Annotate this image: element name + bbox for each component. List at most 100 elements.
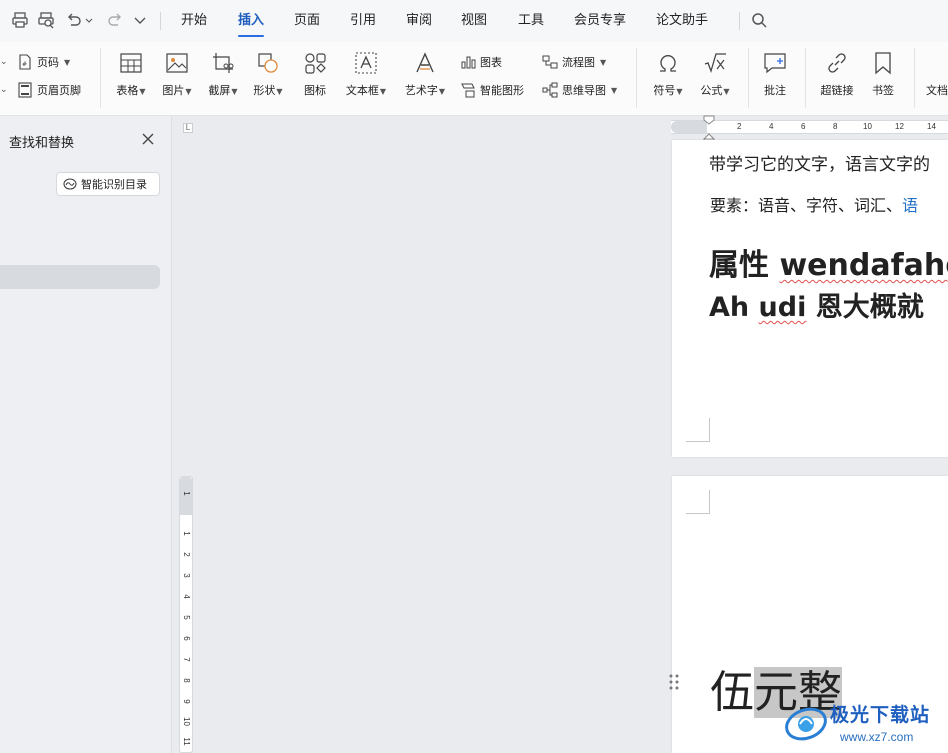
paragraph-text-segment: 要素：语音、字符、词汇、 (710, 196, 903, 215)
tab-thesis[interactable]: 论文助手 (656, 0, 708, 42)
symbol-button[interactable]: 符号▼ (648, 50, 688, 98)
tab-review[interactable]: 审阅 (406, 0, 432, 42)
header-footer-icon (18, 82, 32, 98)
vertical-ruler[interactable]: 1 1 2 3 4 5 6 7 8 9 10 11 (179, 476, 193, 753)
svg-text:#: # (22, 61, 27, 68)
formula-label: 公式 (700, 84, 723, 97)
document-page-1[interactable]: 带学习它的文字，语言文字的 要素：语音、字符、词汇、语 属性 wendafahg… (672, 140, 948, 457)
smart-toc-button[interactable]: 智能识别目录 (56, 172, 160, 196)
symbol-label: 符号 (653, 84, 676, 97)
chevron-down-icon[interactable]: ⌄ (0, 84, 8, 95)
smartart-icon (461, 83, 475, 98)
chart-label: 图表 (480, 56, 502, 69)
mindmap-label: 思维导图 (562, 84, 606, 97)
hyperlink-button[interactable]: 超链接 (816, 50, 858, 98)
picture-label: 图片 (162, 84, 185, 97)
comment-button[interactable]: 批注 (759, 50, 791, 98)
tab-insert[interactable]: 插入 (238, 0, 265, 42)
ruler-tick: 10 (182, 717, 191, 726)
omega-icon (660, 55, 676, 72)
screenshot-button[interactable]: 截屏▼ (204, 50, 242, 98)
ruler-margin-shade (671, 121, 707, 133)
icon-label: 图标 (304, 84, 326, 97)
page-number-icon: # (19, 54, 31, 70)
comment-icon (764, 53, 786, 74)
find-replace-pane: 查找和替换 智能识别目录 (0, 116, 172, 753)
chart-icon (461, 56, 476, 69)
textbox-button[interactable]: 文本框▼ (341, 50, 391, 98)
tab-member[interactable]: 会员专享 (574, 0, 626, 42)
smartart-button[interactable]: 智能图形 (460, 82, 524, 98)
table-icon (120, 53, 142, 73)
ruler-tick: 11 (182, 737, 191, 746)
page-number-button[interactable]: # 页码 ▼ (17, 54, 70, 70)
shape-icon (258, 53, 278, 73)
menu-divider (739, 12, 740, 30)
toc-item-selected[interactable] (0, 265, 160, 289)
chevron-down-icon[interactable]: ⌄ (0, 56, 8, 67)
page-margin-corner (686, 418, 710, 442)
shape-button[interactable]: 形状▼ (249, 50, 287, 98)
paragraph-text: 带学习它的文字，语言文字的 (709, 155, 930, 175)
tab-references[interactable]: 引用 (350, 0, 376, 42)
ruler-tick: 4 (182, 594, 191, 599)
document-part-label: 文档 (926, 84, 948, 97)
picture-button[interactable]: 图片▼ (158, 50, 196, 98)
tab-page[interactable]: 页面 (294, 0, 320, 42)
paragraph-text-highlight: 语 (902, 196, 919, 215)
wordart-icon (416, 52, 434, 73)
search-icon[interactable] (749, 11, 769, 31)
redo-icon[interactable] (106, 11, 126, 31)
header-footer-button[interactable]: 页眉页脚 (17, 82, 81, 98)
header-footer-label: 页眉页脚 (37, 84, 81, 97)
menu-divider (160, 12, 161, 30)
page-margin-corner (686, 490, 710, 514)
screenshot-label: 截屏 (208, 84, 231, 97)
icon-button[interactable]: 图标 (298, 50, 332, 98)
tab-view[interactable]: 视图 (461, 0, 487, 42)
chevron-down-icon[interactable] (130, 11, 150, 31)
comment-label: 批注 (764, 84, 786, 97)
formula-icon (704, 53, 726, 74)
mindmap-button[interactable]: 思维导图 ▼ (542, 82, 617, 98)
ruler-tick: 14 (927, 122, 936, 131)
ribbon-toolbar: ⌄ ⌄ # 页码 ▼ 页眉页脚 表格▼ 图片▼ 截屏▼ 形状▼ 图标 文本框▼ 艺… (0, 42, 948, 116)
ruler-tick: 8 (182, 678, 191, 683)
wordart-button[interactable]: 艺术字▼ (400, 50, 450, 98)
heading-text-segment: 恩大概就 (806, 292, 924, 323)
wordart-label: 艺术字 (404, 84, 438, 97)
ruler-corner-tab[interactable]: L (183, 123, 193, 133)
ribbon-divider (100, 48, 101, 108)
ruler-tick: 2 (737, 122, 742, 131)
table-button[interactable]: 表格▼ (112, 50, 150, 98)
mindmap-icon (542, 82, 558, 98)
tab-home[interactable]: 开始 (181, 0, 207, 42)
formula-button[interactable]: 公式▼ (695, 50, 735, 98)
ruler-tick: 4 (769, 122, 774, 131)
close-icon[interactable] (139, 130, 157, 148)
print-preview-icon[interactable] (36, 11, 56, 31)
flowchart-button[interactable]: 流程图 ▼ (542, 54, 606, 70)
document-part-button[interactable]: 文档 (926, 50, 948, 98)
ruler-tick: 10 (863, 122, 872, 131)
ruler-tick: 1 (182, 531, 191, 536)
site-watermark: 极光下载站 www.xz7.com (782, 698, 948, 753)
ruler-tick: 5 (182, 615, 191, 620)
drag-handle-icon[interactable] (668, 672, 680, 692)
smartart-label: 智能图形 (480, 84, 524, 97)
print-icon[interactable] (10, 11, 30, 31)
ruler-tick: 6 (182, 636, 191, 641)
hyperlink-label: 超链接 (820, 84, 854, 97)
ruler-tick: 12 (895, 122, 904, 131)
watermark-url: www.xz7.com (840, 730, 914, 744)
heading-text: Ah udi 恩大概就 (709, 285, 924, 324)
smart-toc-icon (63, 178, 77, 190)
undo-icon[interactable] (64, 11, 94, 31)
bookmark-button[interactable]: 书签 (866, 50, 900, 98)
watermark-logo-icon (785, 707, 827, 741)
bookmark-label: 书签 (872, 84, 894, 97)
heading-text-segment: 属性 (709, 248, 780, 283)
tab-tools[interactable]: 工具 (518, 0, 544, 42)
ruler-tick: 6 (801, 122, 806, 131)
chart-button[interactable]: 图表 (460, 54, 502, 70)
